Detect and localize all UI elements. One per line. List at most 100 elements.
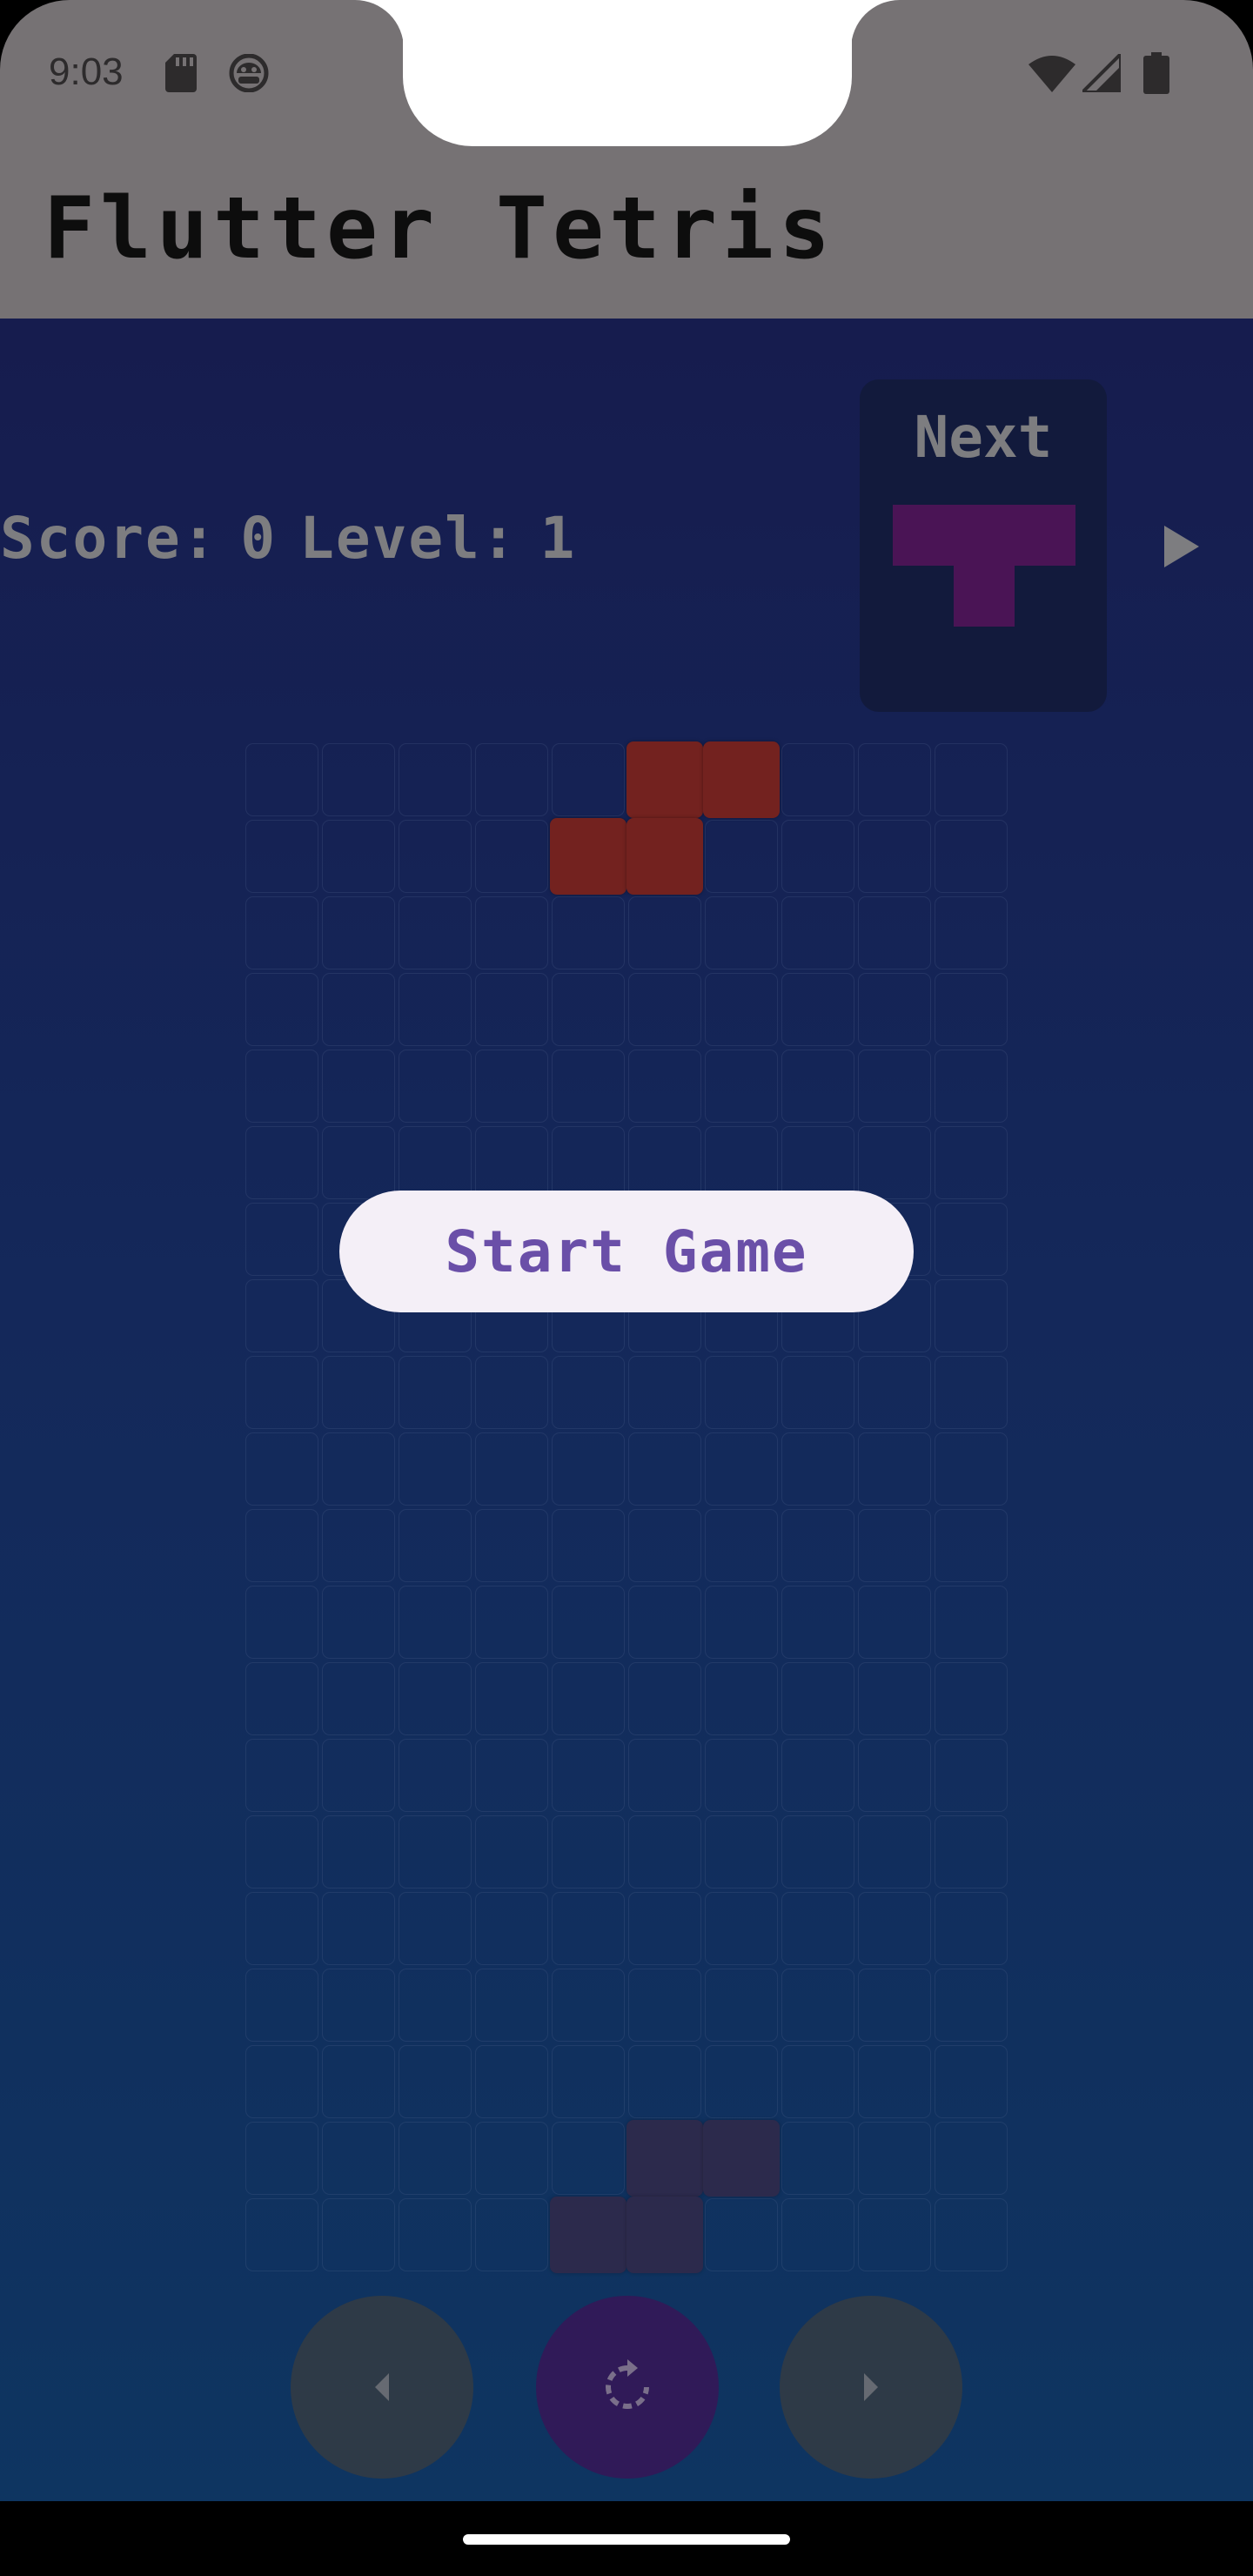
play-icon[interactable] — [1164, 526, 1199, 567]
board-cell — [628, 1050, 701, 1123]
next-label: Next — [914, 404, 1053, 471]
board-cell — [322, 1356, 395, 1429]
board-cell — [705, 1815, 778, 1888]
board-cell — [322, 2045, 395, 2118]
board-cell — [245, 1356, 318, 1429]
board-cell — [705, 1126, 778, 1199]
board-cell — [628, 973, 701, 1046]
board-cell — [475, 973, 548, 1046]
board-cell — [705, 1586, 778, 1659]
board-cell — [935, 1279, 1008, 1352]
board-cell — [858, 1892, 931, 1965]
score-value: 0 — [240, 505, 278, 572]
board-cell — [705, 1356, 778, 1429]
score-label: Score: — [0, 505, 218, 572]
board-cell — [552, 1815, 625, 1888]
board-cell — [935, 1126, 1008, 1199]
board-cell — [858, 820, 931, 893]
board-cell — [399, 1662, 472, 1735]
board-cell — [322, 1050, 395, 1123]
board-cell — [245, 1815, 318, 1888]
board-cell — [552, 1356, 625, 1429]
board-cell — [399, 1050, 472, 1123]
board-cell — [705, 1662, 778, 1735]
board-cell — [322, 2122, 395, 2195]
board-cell — [858, 1509, 931, 1582]
home-handle[interactable] — [463, 2534, 790, 2545]
board-cell — [475, 820, 548, 893]
board-cell — [858, 1356, 931, 1429]
board-cell — [935, 743, 1008, 816]
board-cell — [705, 2045, 778, 2118]
board-cell — [322, 1509, 395, 1582]
board-cell — [399, 1815, 472, 1888]
rotate-button[interactable] — [536, 2296, 719, 2479]
ghost-piece-block — [626, 2197, 703, 2273]
board-cell — [245, 743, 318, 816]
board-cell — [322, 1662, 395, 1735]
start-game-button[interactable]: Start Game — [339, 1191, 914, 1312]
board-cell — [858, 973, 931, 1046]
board-cell — [552, 1892, 625, 1965]
move-right-button[interactable] — [780, 2296, 962, 2479]
board-cell — [628, 1586, 701, 1659]
board-cell — [935, 1586, 1008, 1659]
board-cell — [322, 1432, 395, 1506]
board-cell — [628, 1815, 701, 1888]
board-cell — [245, 1662, 318, 1735]
level-label: Level: — [299, 505, 518, 572]
board-cell — [475, 1050, 548, 1123]
board-cell — [858, 2198, 931, 2271]
board-cell — [858, 743, 931, 816]
move-left-button[interactable] — [291, 2296, 473, 2479]
board-cell — [399, 1509, 472, 1582]
board-cell — [475, 896, 548, 969]
board-cell — [705, 2198, 778, 2271]
board-cell — [935, 2122, 1008, 2195]
board-cell — [322, 820, 395, 893]
board-cell — [552, 1509, 625, 1582]
camera-notch — [403, 0, 852, 146]
board-cell — [475, 2045, 548, 2118]
board-cell — [552, 1969, 625, 2042]
board-cell — [399, 1126, 472, 1199]
board-cell — [705, 1739, 778, 1812]
board-cell — [245, 1126, 318, 1199]
board-cell — [858, 896, 931, 969]
board-cell — [552, 973, 625, 1046]
board-cell — [781, 1050, 854, 1123]
signal-icon — [1082, 54, 1121, 92]
board-cell — [935, 973, 1008, 1046]
board-cell — [475, 1662, 548, 1735]
board-cell — [858, 1586, 931, 1659]
game-board[interactable] — [244, 741, 1009, 2273]
board-cell — [322, 973, 395, 1046]
board-cell — [781, 1662, 854, 1735]
board-cell — [245, 896, 318, 969]
board-cell — [781, 1739, 854, 1812]
board-cell — [781, 2122, 854, 2195]
board-cell — [935, 2045, 1008, 2118]
board-cell — [399, 1969, 472, 2042]
board-cell — [858, 2045, 931, 2118]
board-cell — [628, 1126, 701, 1199]
board-cell — [705, 820, 778, 893]
board-cell — [858, 1969, 931, 2042]
notch-corner — [355, 0, 404, 49]
board-cell — [935, 1356, 1008, 1429]
board-cell — [858, 1432, 931, 1506]
next-piece-block — [954, 566, 1015, 627]
battery-icon — [1143, 52, 1169, 94]
board-cell — [858, 1050, 931, 1123]
board-cell — [399, 1892, 472, 1965]
board-cell — [322, 1126, 395, 1199]
board-cell — [705, 973, 778, 1046]
board-cell — [935, 1203, 1008, 1276]
active-piece-block — [550, 818, 626, 895]
board-cell — [705, 1892, 778, 1965]
board-cell — [475, 743, 548, 816]
board-cell — [399, 2122, 472, 2195]
board-cell — [628, 1969, 701, 2042]
board-cell — [475, 1892, 548, 1965]
board-cell — [552, 2122, 625, 2195]
